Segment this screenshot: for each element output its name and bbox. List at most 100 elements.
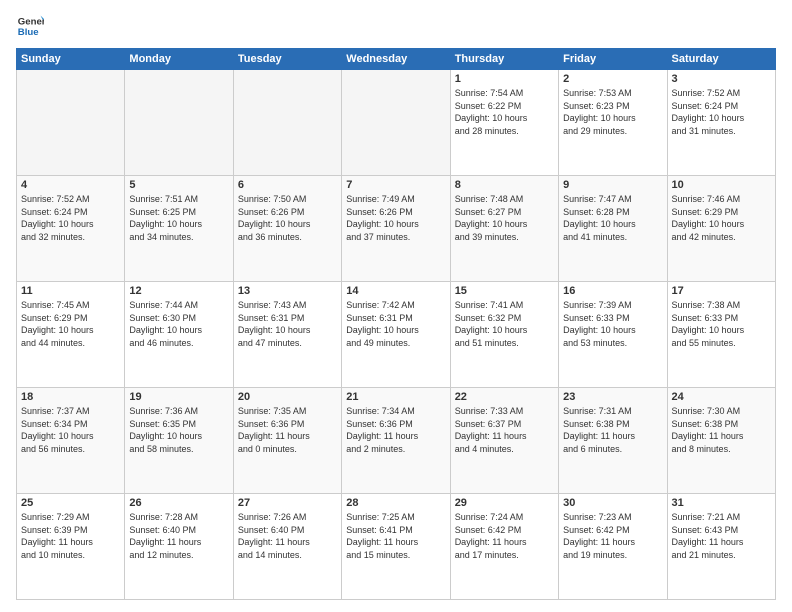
- day-number: 27: [238, 497, 337, 509]
- day-info: Sunrise: 7:46 AMSunset: 6:29 PMDaylight:…: [672, 193, 771, 243]
- logo: General Blue: [16, 12, 48, 40]
- calendar-day-cell: 29Sunrise: 7:24 AMSunset: 6:42 PMDayligh…: [450, 494, 558, 600]
- calendar-day-cell: 5Sunrise: 7:51 AMSunset: 6:25 PMDaylight…: [125, 176, 233, 282]
- calendar-day-cell: 8 Sunrise: 7:48 AMSunset: 6:27 PMDaylight…: [450, 176, 558, 282]
- col-wednesday: Wednesday: [342, 49, 450, 70]
- day-number: 19: [129, 391, 228, 403]
- calendar-day-cell: 27 Sunrise: 7:26 AMSunset: 6:40 PMDayligh…: [233, 494, 341, 600]
- calendar-header-row: Sunday Monday Tuesday Wednesday Thursday…: [17, 49, 776, 70]
- day-info: Sunrise: 7:23 AMSunset: 6:42 PMDaylight:…: [563, 511, 662, 561]
- day-info: Sunrise: 7:24 AMSunset: 6:42 PMDaylight:…: [455, 511, 554, 561]
- day-number: 31: [672, 497, 771, 509]
- calendar-day-cell: 21Sunrise: 7:34 AMSunset: 6:36 PMDayligh…: [342, 388, 450, 494]
- calendar-day-cell: 2Sunrise: 7:53 AMSunset: 6:23 PMDaylight…: [559, 70, 667, 176]
- calendar-day-cell: [125, 70, 233, 176]
- calendar-day-cell: 30 Sunrise: 7:23 AMSunset: 6:42 PMDayligh…: [559, 494, 667, 600]
- calendar-day-cell: 9 Sunrise: 7:47 AMSunset: 6:28 PMDaylight…: [559, 176, 667, 282]
- svg-text:Blue: Blue: [18, 27, 39, 38]
- day-number: 24: [672, 391, 771, 403]
- col-thursday: Thursday: [450, 49, 558, 70]
- calendar-day-cell: 18 Sunrise: 7:37 AMSunset: 6:34 PMDayligh…: [17, 388, 125, 494]
- day-info: Sunrise: 7:38 AMSunset: 6:33 PMDaylight:…: [672, 299, 771, 349]
- day-number: 8: [455, 179, 554, 191]
- calendar-day-cell: 13 Sunrise: 7:43 AMSunset: 6:31 PMDayligh…: [233, 282, 341, 388]
- day-info: Sunrise: 7:29 AMSunset: 6:39 PMDaylight:…: [21, 511, 120, 561]
- day-info: Sunrise: 7:43 AMSunset: 6:31 PMDaylight:…: [238, 299, 337, 349]
- calendar-table: Sunday Monday Tuesday Wednesday Thursday…: [16, 48, 776, 600]
- day-number: 2: [563, 73, 662, 85]
- day-number: 15: [455, 285, 554, 297]
- calendar-week-row: 1Sunrise: 7:54 AMSunset: 6:22 PMDaylight…: [17, 70, 776, 176]
- day-info: Sunrise: 7:25 AMSunset: 6:41 PMDaylight:…: [346, 511, 445, 561]
- day-info: Sunrise: 7:36 AMSunset: 6:35 PMDaylight:…: [129, 405, 228, 455]
- calendar-day-cell: 14Sunrise: 7:42 AMSunset: 6:31 PMDayligh…: [342, 282, 450, 388]
- day-info: Sunrise: 7:33 AMSunset: 6:37 PMDaylight:…: [455, 405, 554, 455]
- calendar-day-cell: 17 Sunrise: 7:38 AMSunset: 6:33 PMDayligh…: [667, 282, 775, 388]
- calendar-day-cell: 24 Sunrise: 7:30 AMSunset: 6:38 PMDayligh…: [667, 388, 775, 494]
- day-info: Sunrise: 7:44 AMSunset: 6:30 PMDaylight:…: [129, 299, 228, 349]
- calendar-day-cell: 7 Sunrise: 7:49 AMSunset: 6:26 PMDaylight…: [342, 176, 450, 282]
- day-number: 25: [21, 497, 120, 509]
- day-info: Sunrise: 7:50 AMSunset: 6:26 PMDaylight:…: [238, 193, 337, 243]
- day-number: 3: [672, 73, 771, 85]
- day-number: 12: [129, 285, 228, 297]
- day-number: 4: [21, 179, 120, 191]
- calendar-day-cell: 11 Sunrise: 7:45 AMSunset: 6:29 PMDayligh…: [17, 282, 125, 388]
- day-info: Sunrise: 7:48 AMSunset: 6:27 PMDaylight:…: [455, 193, 554, 243]
- day-number: 17: [672, 285, 771, 297]
- calendar-day-cell: 4 Sunrise: 7:52 AMSunset: 6:24 PMDaylight…: [17, 176, 125, 282]
- day-number: 26: [129, 497, 228, 509]
- calendar-day-cell: 20Sunrise: 7:35 AMSunset: 6:36 PMDayligh…: [233, 388, 341, 494]
- col-sunday: Sunday: [17, 49, 125, 70]
- calendar-day-cell: 3 Sunrise: 7:52 AMSunset: 6:24 PMDaylight…: [667, 70, 775, 176]
- calendar-week-row: 4 Sunrise: 7:52 AMSunset: 6:24 PMDaylight…: [17, 176, 776, 282]
- calendar-day-cell: 1Sunrise: 7:54 AMSunset: 6:22 PMDaylight…: [450, 70, 558, 176]
- day-number: 10: [672, 179, 771, 191]
- day-number: 7: [346, 179, 445, 191]
- calendar-day-cell: 26 Sunrise: 7:28 AMSunset: 6:40 PMDayligh…: [125, 494, 233, 600]
- col-saturday: Saturday: [667, 49, 775, 70]
- calendar-week-row: 25 Sunrise: 7:29 AMSunset: 6:39 PMDayligh…: [17, 494, 776, 600]
- day-info: Sunrise: 7:52 AMSunset: 6:24 PMDaylight:…: [672, 87, 771, 137]
- day-number: 18: [21, 391, 120, 403]
- header: General Blue: [16, 12, 776, 40]
- calendar-day-cell: 28 Sunrise: 7:25 AMSunset: 6:41 PMDayligh…: [342, 494, 450, 600]
- day-number: 21: [346, 391, 445, 403]
- day-info: Sunrise: 7:28 AMSunset: 6:40 PMDaylight:…: [129, 511, 228, 561]
- day-number: 5: [129, 179, 228, 191]
- day-info: Sunrise: 7:37 AMSunset: 6:34 PMDaylight:…: [21, 405, 120, 455]
- day-number: 14: [346, 285, 445, 297]
- day-info: Sunrise: 7:45 AMSunset: 6:29 PMDaylight:…: [21, 299, 120, 349]
- day-number: 16: [563, 285, 662, 297]
- calendar-day-cell: 25 Sunrise: 7:29 AMSunset: 6:39 PMDayligh…: [17, 494, 125, 600]
- calendar-day-cell: 19 Sunrise: 7:36 AMSunset: 6:35 PMDayligh…: [125, 388, 233, 494]
- day-info: Sunrise: 7:49 AMSunset: 6:26 PMDaylight:…: [346, 193, 445, 243]
- day-info: Sunrise: 7:47 AMSunset: 6:28 PMDaylight:…: [563, 193, 662, 243]
- day-info: Sunrise: 7:26 AMSunset: 6:40 PMDaylight:…: [238, 511, 337, 561]
- day-number: 11: [21, 285, 120, 297]
- day-number: 13: [238, 285, 337, 297]
- day-number: 1: [455, 73, 554, 85]
- day-info: Sunrise: 7:39 AMSunset: 6:33 PMDaylight:…: [563, 299, 662, 349]
- page: General Blue Sunday Monday Tuesday Wedne…: [0, 0, 792, 612]
- day-info: Sunrise: 7:30 AMSunset: 6:38 PMDaylight:…: [672, 405, 771, 455]
- calendar-day-cell: [17, 70, 125, 176]
- day-info: Sunrise: 7:21 AMSunset: 6:43 PMDaylight:…: [672, 511, 771, 561]
- day-number: 30: [563, 497, 662, 509]
- day-number: 22: [455, 391, 554, 403]
- calendar-day-cell: 15Sunrise: 7:41 AMSunset: 6:32 PMDayligh…: [450, 282, 558, 388]
- day-number: 28: [346, 497, 445, 509]
- calendar-week-row: 11 Sunrise: 7:45 AMSunset: 6:29 PMDayligh…: [17, 282, 776, 388]
- day-number: 20: [238, 391, 337, 403]
- calendar-day-cell: 22 Sunrise: 7:33 AMSunset: 6:37 PMDayligh…: [450, 388, 558, 494]
- col-monday: Monday: [125, 49, 233, 70]
- calendar-day-cell: 10 Sunrise: 7:46 AMSunset: 6:29 PMDayligh…: [667, 176, 775, 282]
- day-info: Sunrise: 7:52 AMSunset: 6:24 PMDaylight:…: [21, 193, 120, 243]
- calendar-day-cell: 31 Sunrise: 7:21 AMSunset: 6:43 PMDayligh…: [667, 494, 775, 600]
- col-friday: Friday: [559, 49, 667, 70]
- day-number: 9: [563, 179, 662, 191]
- day-info: Sunrise: 7:31 AMSunset: 6:38 PMDaylight:…: [563, 405, 662, 455]
- calendar-day-cell: 23 Sunrise: 7:31 AMSunset: 6:38 PMDayligh…: [559, 388, 667, 494]
- day-number: 23: [563, 391, 662, 403]
- day-number: 6: [238, 179, 337, 191]
